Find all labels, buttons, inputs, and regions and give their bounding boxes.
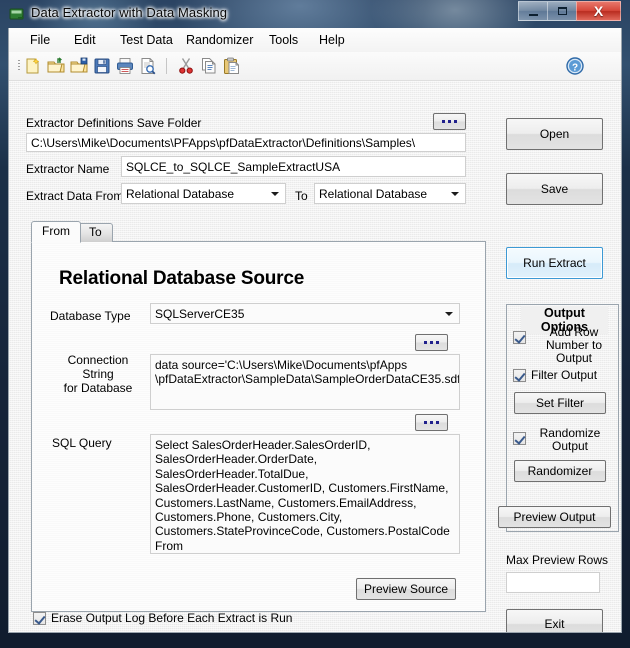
set-filter-button[interactable]: Set Filter — [514, 392, 606, 414]
maximize-button[interactable] — [547, 1, 576, 21]
sql-query-browse-button[interactable] — [415, 414, 448, 431]
client-area: File Edit Test Data Randomizer Tools Hel… — [8, 28, 622, 633]
add-row-number-label: Add Row Number to Output — [531, 326, 617, 365]
save-folder-browse-button[interactable] — [433, 113, 466, 130]
save-folder-input[interactable]: C:\Users\Mike\Documents\PFApps\pfDataExt… — [26, 133, 466, 152]
save-folder-label: Extractor Definitions Save Folder — [26, 116, 202, 130]
menu-tools[interactable]: Tools — [262, 31, 305, 49]
filter-output-label: Filter Output — [531, 368, 598, 382]
extract-from-value: Relational Database — [126, 187, 235, 201]
menu-bar: File Edit Test Data Randomizer Tools Hel… — [9, 28, 621, 53]
new-icon[interactable] — [24, 57, 42, 75]
help-question-icon[interactable]: ? — [565, 56, 585, 76]
extract-to-value: Relational Database — [319, 187, 428, 201]
copy-icon[interactable] — [200, 57, 218, 75]
randomize-output-label-line1: Randomize — [539, 426, 601, 440]
menu-randomizer[interactable]: Randomizer — [179, 31, 260, 49]
erase-output-log-label: Erase Output Log Before Each Extract is … — [51, 611, 293, 625]
paste-icon[interactable] — [223, 57, 241, 75]
application-window: Data Extractor with Data Masking X File … — [0, 0, 630, 648]
close-icon: X — [593, 3, 604, 19]
minimize-button[interactable] — [518, 1, 547, 21]
dot-3 — [454, 120, 457, 123]
to-label: To — [295, 189, 308, 203]
title-bar: Data Extractor with Data Masking X — [0, 0, 630, 28]
dot-3 — [436, 341, 439, 344]
dot-1 — [442, 120, 445, 123]
app-window-icon — [9, 6, 25, 22]
database-type-value: SQLServerCE35 — [155, 307, 245, 321]
menu-help[interactable]: Help — [312, 31, 352, 49]
exit-button[interactable]: Exit — [506, 609, 603, 632]
tab-strip: From To — [31, 221, 486, 243]
connection-string-label: Connection String for Database — [52, 353, 144, 395]
checkbox-box — [513, 432, 526, 445]
print-icon[interactable] — [116, 57, 134, 75]
open-button[interactable]: Open — [506, 118, 603, 150]
preview-output-button[interactable]: Preview Output — [498, 506, 611, 528]
window-title: Data Extractor with Data Masking — [31, 5, 228, 20]
dot-1 — [424, 341, 427, 344]
sql-query-input[interactable]: Select SalesOrderHeader.SalesOrderID, Sa… — [150, 434, 460, 554]
minimize-icon — [529, 14, 538, 16]
print-preview-icon[interactable] — [139, 57, 157, 75]
menu-file[interactable]: File — [23, 31, 57, 49]
tab-from[interactable]: From — [31, 221, 81, 243]
save-folder-icon[interactable] — [70, 57, 88, 75]
sql-query-label: SQL Query — [52, 436, 112, 450]
checkbox-box — [513, 369, 526, 382]
panel-title: Relational Database Source — [59, 268, 305, 289]
toolbar-grip[interactable] — [18, 60, 20, 72]
save-button[interactable]: Save — [506, 173, 603, 205]
toolbar: ? — [9, 52, 621, 81]
extract-from-label: Extract Data From — [26, 189, 124, 203]
dot-3 — [436, 421, 439, 424]
preview-source-button[interactable]: Preview Source — [356, 578, 456, 600]
run-extract-button[interactable]: Run Extract — [506, 247, 603, 279]
toolbar-separator — [166, 58, 167, 74]
tab-to[interactable]: To — [78, 223, 113, 242]
open-folder-icon[interactable] — [47, 57, 65, 75]
max-preview-rows-input[interactable] — [506, 572, 600, 593]
connection-string-label-line1: Connection String — [67, 353, 129, 381]
menu-edit[interactable]: Edit — [67, 31, 103, 49]
dot-1 — [424, 421, 427, 424]
extract-from-select[interactable]: Relational Database — [121, 183, 286, 204]
connection-string-label-line2: for Database — [63, 381, 133, 395]
database-type-label: Database Type — [50, 309, 131, 323]
dot-2 — [448, 120, 451, 123]
randomizer-button[interactable]: Randomizer — [514, 460, 606, 482]
extractor-name-input[interactable]: SQLCE_to_SQLCE_SampleExtractUSA — [121, 156, 466, 177]
dot-2 — [430, 421, 433, 424]
randomize-output-label: Randomize Output — [531, 427, 609, 453]
menu-test-data[interactable]: Test Data — [113, 31, 180, 49]
add-row-number-label-line1: Add Row Number — [545, 325, 599, 352]
checkbox-box — [513, 331, 526, 344]
randomize-output-label-line2: Output — [551, 439, 589, 453]
chevron-down-icon — [445, 311, 453, 316]
chevron-down-icon — [451, 191, 459, 196]
checkbox-box — [33, 612, 46, 625]
extract-to-select[interactable]: Relational Database — [314, 183, 466, 204]
extractor-name-label: Extractor Name — [26, 162, 110, 176]
chevron-down-icon — [271, 191, 279, 196]
svg-text:?: ? — [572, 62, 578, 73]
max-preview-rows-label: Max Preview Rows — [506, 553, 609, 567]
close-button[interactable]: X — [576, 1, 621, 21]
connection-string-input[interactable]: data source='C:\Users\Mike\Documents\pfA… — [150, 354, 460, 410]
database-type-select[interactable]: SQLServerCE35 — [150, 303, 460, 324]
cut-icon[interactable] — [177, 57, 195, 75]
dot-2 — [430, 341, 433, 344]
maximize-icon — [558, 7, 567, 15]
save-icon[interactable] — [93, 57, 111, 75]
connection-string-browse-button[interactable] — [415, 334, 448, 351]
